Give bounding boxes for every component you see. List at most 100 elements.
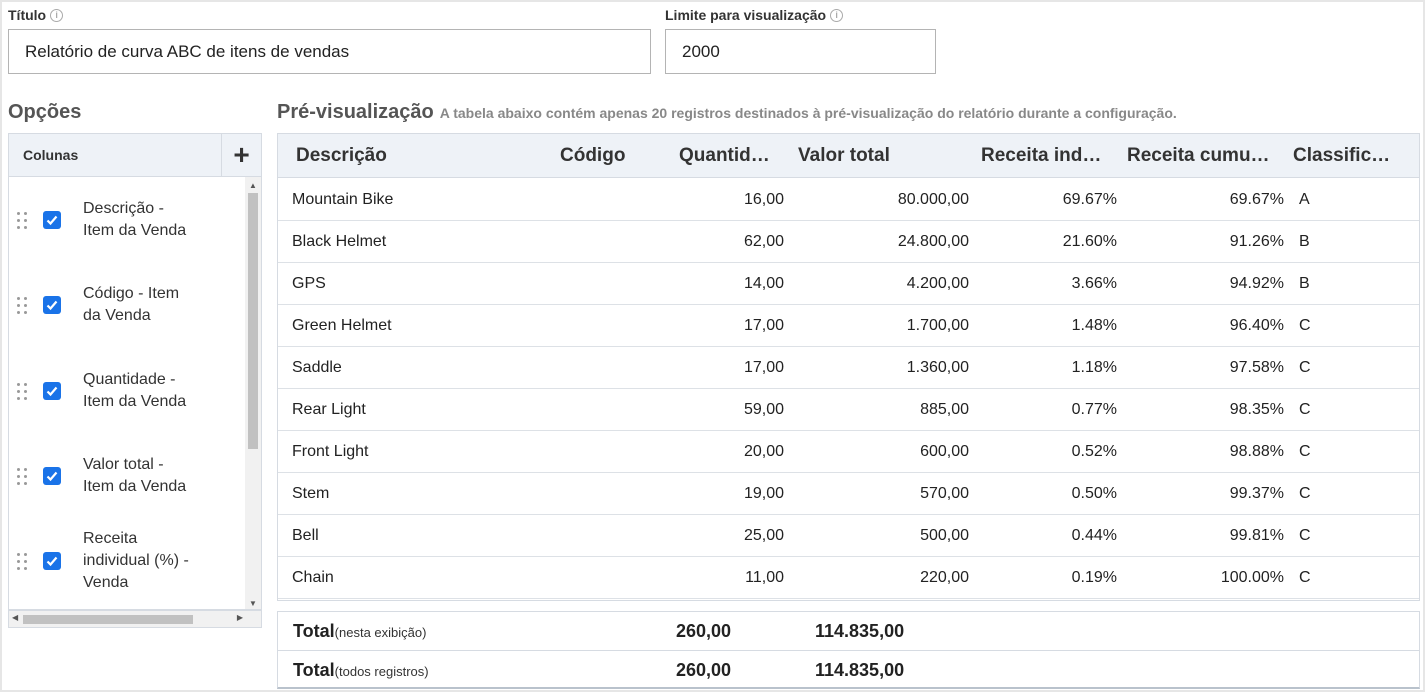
cell-classificacao: C	[1299, 359, 1311, 376]
cell-receita-cumulativa: 99.37%	[1229, 485, 1284, 502]
title-field-label: Título i	[8, 7, 64, 23]
cell-valor-total: 885,00	[920, 401, 969, 418]
column-item-label: Valor total - Item da Venda	[83, 456, 187, 495]
preview-title-text: Pré-visualização	[277, 101, 434, 123]
limit-input[interactable]	[665, 29, 936, 74]
column-item[interactable]: Receita individual (%) - Venda	[9, 521, 247, 601]
drag-handle-icon[interactable]	[17, 211, 31, 229]
cell-codigo	[556, 473, 656, 515]
total-label: Total(todos registros)	[293, 651, 429, 691]
table-row[interactable]: Mountain Bike 16,00 80.000,00 69.67% 69.67% A	[278, 179, 1419, 221]
cell-valor-total: 1.360,00	[906, 359, 969, 376]
column-checkbox[interactable]	[43, 296, 61, 314]
column-header-codigo[interactable]: Código	[560, 134, 660, 178]
cell-receita-individual: 0.77%	[1071, 401, 1117, 418]
scroll-down-icon[interactable]: ▼	[249, 599, 257, 608]
add-column-button[interactable]: +	[221, 134, 261, 176]
cell-classificacao: C	[1299, 527, 1311, 544]
column-item-label: Código - Item da Venda	[83, 285, 180, 324]
cell-descricao: Stem	[292, 485, 330, 502]
totals-section: Total(nesta exibição) 260,00 114.835,00 …	[277, 611, 1420, 689]
cell-descricao: Saddle	[292, 359, 342, 376]
drag-handle-icon[interactable]	[17, 382, 31, 400]
cell-valor-total: 24.800,00	[897, 233, 969, 250]
cell-descricao: Chain	[292, 569, 334, 586]
cell-receita-cumulativa: 69.67%	[1229, 191, 1284, 208]
column-header-classificacao[interactable]: Classific…	[1293, 134, 1403, 178]
cell-receita-individual: 0.44%	[1071, 527, 1117, 544]
column-header-receita-cumulativa[interactable]: Receita cumu…	[1127, 134, 1281, 178]
cell-descricao: Mountain Bike	[292, 191, 394, 208]
cell-valor-total: 570,00	[920, 485, 969, 502]
cell-receita-individual: 3.66%	[1071, 275, 1117, 292]
title-label-text: Título	[8, 7, 47, 23]
column-header-receita-individual[interactable]: Receita ind…	[981, 134, 1111, 178]
cell-receita-cumulativa: 98.88%	[1229, 443, 1284, 460]
cell-receita-individual: 0.19%	[1071, 569, 1117, 586]
table-row[interactable]: Chain 11,00 220,00 0.19% 100.00% C	[278, 557, 1419, 599]
column-header-valor-total[interactable]: Valor total	[798, 134, 958, 178]
cell-quantidade: 11,00	[745, 569, 784, 586]
table-row[interactable]: GPS 14,00 4.200,00 3.66% 94.92% B	[278, 263, 1419, 305]
column-checkbox[interactable]	[43, 552, 61, 570]
table-row[interactable]: Front Light 20,00 600,00 0.52% 98.88% C	[278, 431, 1419, 473]
total-label-text: Total	[293, 621, 335, 641]
scroll-right-icon[interactable]: ▶	[237, 613, 243, 622]
cell-receita-cumulativa: 97.58%	[1229, 359, 1284, 376]
cell-receita-cumulativa: 96.40%	[1229, 317, 1284, 334]
limit-label-text: Limite para visualização	[665, 7, 827, 23]
preview-note: A tabela abaixo contém apenas 20 registr…	[439, 105, 1177, 121]
column-checkbox[interactable]	[43, 211, 61, 229]
drag-handle-icon[interactable]	[17, 467, 31, 485]
horizontal-scrollbar[interactable]: ◀ ▶	[8, 610, 262, 628]
table-row[interactable]: Stem 19,00 570,00 0.50% 99.37% C	[278, 473, 1419, 515]
drag-handle-icon[interactable]	[17, 296, 31, 314]
cell-valor-total: 80.000,00	[897, 191, 969, 208]
cell-classificacao: C	[1299, 317, 1311, 334]
scroll-up-icon[interactable]: ▲	[249, 181, 257, 190]
cell-quantidade: 17,00	[743, 359, 784, 376]
cell-descricao: Bell	[292, 527, 319, 544]
column-item[interactable]: Descrição - Item da Venda	[9, 180, 247, 260]
cell-classificacao: C	[1299, 485, 1311, 502]
column-item[interactable]: Código - Item da Venda	[9, 265, 247, 345]
cell-receita-cumulativa: 98.35%	[1229, 401, 1284, 418]
table-row[interactable]: Bell 25,00 500,00 0.44% 99.81% C	[278, 515, 1419, 557]
cell-receita-individual: 0.52%	[1071, 443, 1117, 460]
info-icon[interactable]: i	[50, 8, 64, 22]
table-row[interactable]: Black Helmet 62,00 24.800,00 21.60% 91.26% B	[278, 221, 1419, 263]
table-row[interactable]: Rear Light 59,00 885,00 0.77% 98.35% C	[278, 389, 1419, 431]
total-valor: 114.835,00	[815, 621, 905, 641]
column-item-label: Receita individual (%) - Venda	[83, 530, 189, 591]
total-quantidade: 260,00	[676, 660, 732, 680]
column-item[interactable]: Quantidade - Item da Venda	[9, 351, 247, 431]
table-row[interactable]: Saddle 17,00 1.360,00 1.18% 97.58% C	[278, 347, 1419, 389]
columns-header-label: Colunas	[23, 147, 79, 163]
column-item[interactable]: Valor total - Item da Venda	[9, 436, 247, 516]
cell-valor-total: 4.200,00	[906, 275, 969, 292]
info-icon[interactable]: i	[830, 8, 844, 22]
scrollbar-thumb[interactable]	[248, 193, 258, 449]
cell-descricao: Black Helmet	[292, 233, 387, 250]
cell-receita-individual: 1.48%	[1071, 317, 1117, 334]
cell-codigo	[556, 347, 656, 389]
table-row[interactable]: Green Helmet 17,00 1.700,00 1.48% 96.40% C	[278, 305, 1419, 347]
vertical-scrollbar[interactable]: ▲ ▼	[245, 177, 261, 609]
cell-descricao: Front Light	[292, 443, 369, 460]
column-checkbox[interactable]	[43, 382, 61, 400]
scroll-left-icon[interactable]: ◀	[12, 613, 18, 622]
cell-quantidade: 16,00	[743, 191, 784, 208]
total-row: Total(todos registros) 260,00 114.835,00	[278, 650, 1419, 688]
column-header-descricao[interactable]: Descrição	[296, 134, 536, 178]
cell-codigo	[556, 221, 656, 263]
drag-handle-icon[interactable]	[17, 552, 31, 570]
cell-receita-individual: 21.60%	[1062, 233, 1117, 250]
cell-classificacao: C	[1299, 443, 1311, 460]
cell-receita-cumulativa: 99.81%	[1229, 527, 1284, 544]
column-header-quantidade[interactable]: Quantid…	[679, 134, 781, 178]
cell-quantidade: 62,00	[743, 233, 784, 250]
cell-codigo	[556, 557, 656, 599]
scrollbar-thumb[interactable]	[23, 615, 193, 624]
column-checkbox[interactable]	[43, 467, 61, 485]
title-input[interactable]	[8, 29, 651, 74]
